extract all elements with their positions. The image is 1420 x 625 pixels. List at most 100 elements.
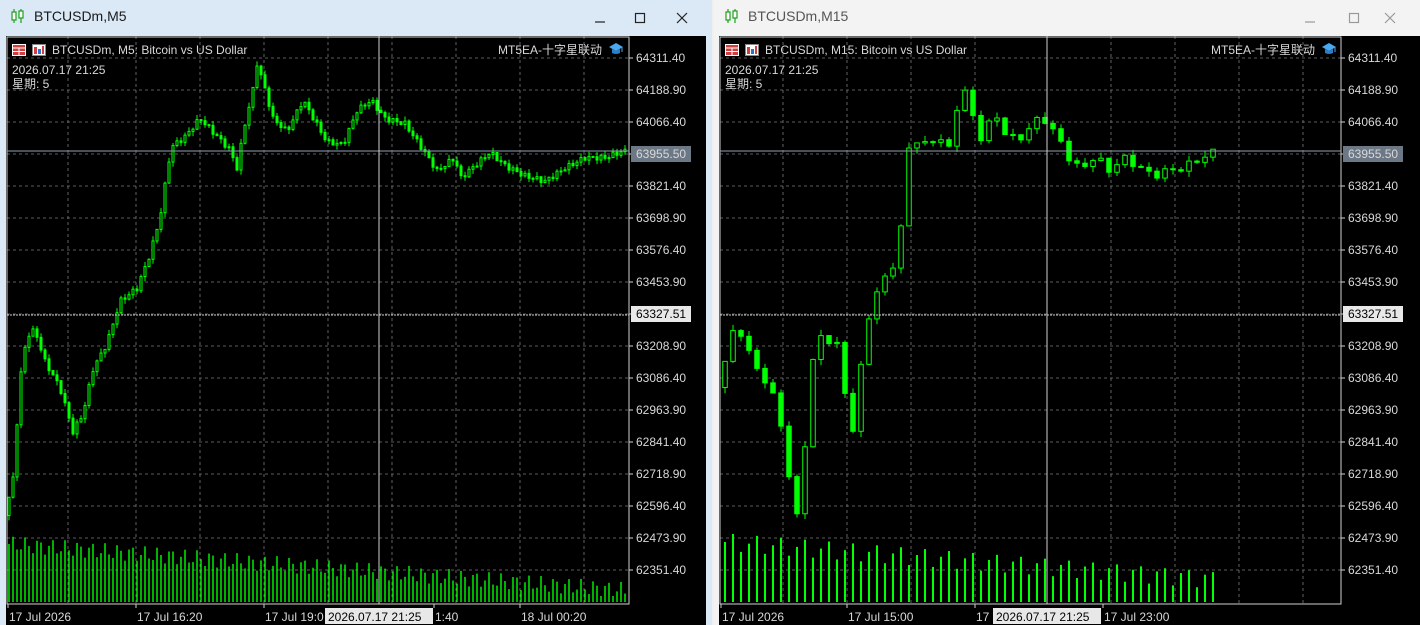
price-label: 63576.40 (636, 243, 686, 257)
ea-name: MT5EA-十字星联动 (1211, 43, 1316, 57)
candle-body (183, 134, 187, 143)
candle-body (475, 165, 479, 168)
candlestick-icon (11, 9, 24, 23)
candle-body (7, 496, 11, 517)
price-label: 62351.40 (1348, 563, 1398, 577)
candle-body (311, 109, 315, 121)
maximize-button[interactable] (626, 6, 654, 30)
chart-canvas[interactable]: 64311.40 64188.90 64066.40 63955.50 63821.40… (719, 36, 1420, 625)
volume-bars (724, 533, 1214, 602)
time-label: 17 Jul 15:00 (848, 610, 914, 624)
candle-body (463, 175, 467, 178)
minimize-button[interactable] (586, 6, 614, 30)
candle-body (794, 476, 800, 515)
candle-body (55, 374, 59, 382)
candle-body (359, 104, 363, 114)
candle-body (1050, 122, 1056, 130)
candle-body (834, 341, 840, 345)
maximize-icon (1348, 12, 1360, 24)
candle-body (922, 141, 928, 144)
time-label: 18 Jul 00:20 (521, 610, 587, 624)
price-label: 64188.90 (1348, 83, 1398, 97)
crosshair-time-label: 2026.07.17 21:25 (328, 610, 422, 624)
candle-body (1162, 168, 1168, 179)
graduation-cap-icon (1322, 43, 1336, 54)
candle-body (1186, 160, 1192, 172)
price-axis: 64311.40 64188.90 64066.40 63955.50 63821.40… (1341, 51, 1403, 577)
candle-body (243, 124, 247, 144)
crosshair-time-label: 2026.07.17 21:25 (996, 610, 1090, 624)
candle-body (271, 105, 275, 117)
trade-panel-icon[interactable] (725, 44, 739, 56)
candle-body (1178, 169, 1184, 172)
candle-body (551, 176, 555, 179)
price-chart-m5[interactable]: 64311.40 64188.90 64066.40 63955.50 63821.40… (6, 36, 706, 625)
market-depth-icon[interactable] (32, 44, 46, 56)
candle-body (351, 119, 355, 129)
candle-body (163, 182, 167, 214)
candle-body (35, 328, 39, 338)
price-chart-m15[interactable]: 64311.40 64188.90 64066.40 63955.50 63821.40… (719, 36, 1420, 625)
candle-body (1002, 117, 1008, 136)
candle-body (579, 157, 583, 163)
candle-body (171, 145, 175, 163)
candle-body (611, 151, 615, 159)
chart-window-m5[interactable]: BTCUSDm,M5 64311.40 64188.90 64066.40 63955… (0, 0, 712, 625)
candle-body (778, 392, 784, 427)
candle-body (994, 117, 1000, 122)
close-button[interactable] (1376, 6, 1404, 30)
price-label: 64066.40 (636, 115, 686, 129)
candle-body (63, 393, 67, 404)
maximize-button[interactable] (1340, 6, 1368, 30)
chart-canvas[interactable]: 64311.40 64188.90 64066.40 63955.50 63821.40… (6, 36, 706, 625)
candle-body (303, 101, 307, 108)
candle-body (91, 371, 95, 386)
window-title: BTCUSDm,M5 (34, 8, 127, 24)
title-bar[interactable]: BTCUSDm,M5 (0, 0, 712, 36)
candle-body (139, 276, 143, 292)
candle-body (962, 89, 968, 111)
price-label: 63208.90 (636, 339, 686, 353)
candle-body (31, 328, 35, 337)
time-label: 17 Jul 19:0 (265, 610, 324, 624)
price-label: 64066.40 (1348, 115, 1398, 129)
candle-body (1026, 128, 1032, 141)
candle-body (219, 135, 223, 140)
price-label: 62963.90 (1348, 403, 1398, 417)
candle-body (191, 128, 195, 132)
candle-body (1010, 134, 1016, 137)
weekday-label: 星期: 5 (12, 77, 50, 91)
chart-header: BTCUSDm, M15: Bitcoin vs US Dollar (765, 43, 968, 57)
candle-body (479, 157, 483, 167)
close-button[interactable] (668, 6, 696, 30)
time-label: 17 (976, 610, 990, 624)
title-bar[interactable]: BTCUSDm,M15 (714, 0, 1420, 36)
price-label: 63821.40 (1348, 179, 1398, 193)
candle-body (371, 99, 375, 104)
candle-body (754, 349, 760, 369)
candle-body (319, 121, 323, 133)
candle-body (335, 142, 339, 146)
candle-body (603, 154, 607, 159)
candle-body (323, 131, 327, 141)
candle-body (223, 138, 227, 148)
candle-body (379, 109, 383, 114)
candle-body (87, 384, 91, 406)
candle-body (906, 147, 912, 227)
chart-window-m15[interactable]: BTCUSDm,M15 64311.40 64188.90 64066.40 6395… (714, 0, 1420, 625)
market-depth-icon[interactable] (745, 44, 759, 56)
candle-body (986, 120, 992, 142)
price-label: 64311.40 (636, 51, 685, 65)
trade-panel-icon[interactable] (12, 44, 26, 56)
candle-body (59, 380, 63, 395)
minimize-button[interactable] (1296, 6, 1324, 30)
candle-body (571, 162, 575, 167)
candle-body (531, 177, 535, 180)
candle-body (151, 240, 155, 260)
price-label: 62841.40 (636, 435, 686, 449)
candle-body (391, 118, 395, 123)
candle-body (503, 161, 507, 165)
candle-body (347, 127, 351, 143)
candle-body (1018, 134, 1024, 141)
candle-body (435, 166, 439, 169)
